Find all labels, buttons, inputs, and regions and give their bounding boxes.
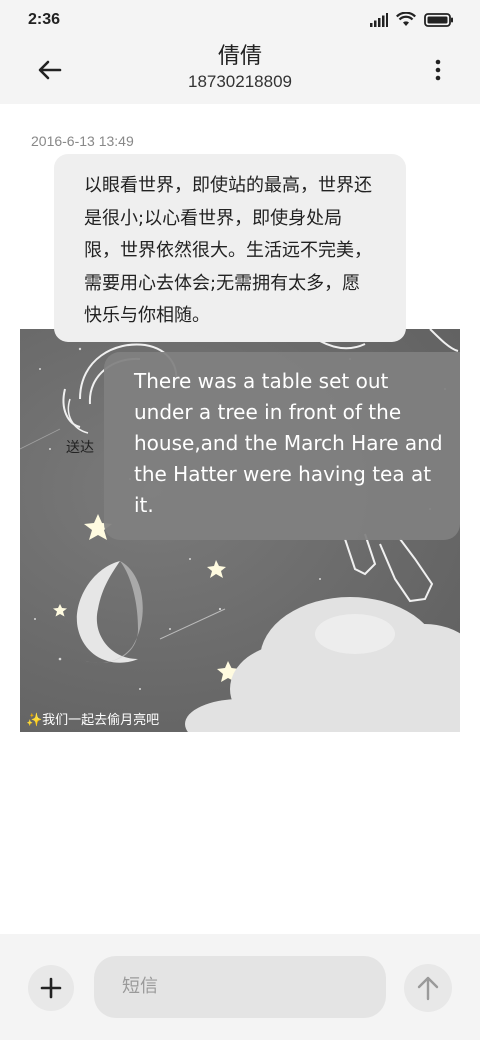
signal-icon — [370, 12, 388, 27]
battery-icon — [424, 12, 453, 27]
message-input-placeholder: 短信 — [122, 976, 158, 997]
more-vertical-icon[interactable] — [432, 58, 444, 82]
delivery-status: 送达 — [66, 440, 94, 456]
message-bubble[interactable]: 以眼看世界，即使站的最高，世界还是很小;以心看世界，即使身处局限，世界依然很大。… — [54, 154, 406, 342]
message-composer: 短信 — [0, 934, 480, 1040]
message-text: 以眼看世界，即使站的最高，世界还是很小;以心看世界，即使身处局限，世界依然很大。… — [84, 175, 372, 326]
send-arrow-icon — [417, 976, 439, 1001]
message-timestamp: 2016-6-13 13:49 — [31, 133, 134, 149]
contact-info: 倩倩 18730218809 — [0, 42, 480, 92]
add-attachment-button[interactable] — [28, 965, 74, 1011]
image-text-card: There was a table set out under a tree i… — [104, 352, 460, 540]
wifi-icon — [396, 12, 416, 26]
message-input[interactable]: 短信 — [94, 956, 386, 1018]
plus-icon — [40, 977, 62, 999]
status-time: 2:36 — [28, 11, 61, 28]
conversation-header: 倩倩 18730218809 — [0, 40, 480, 104]
status-bar: 2:36 — [0, 0, 480, 40]
send-button[interactable] — [404, 964, 452, 1012]
image-overlay-text: There was a table set out under a tree i… — [134, 369, 443, 517]
contact-number: 18730218809 — [187, 72, 292, 91]
status-icons — [370, 12, 454, 27]
contact-name: 倩倩 — [217, 44, 262, 69]
image-caption: ✨我们一起去偷月亮吧 — [26, 713, 160, 728]
